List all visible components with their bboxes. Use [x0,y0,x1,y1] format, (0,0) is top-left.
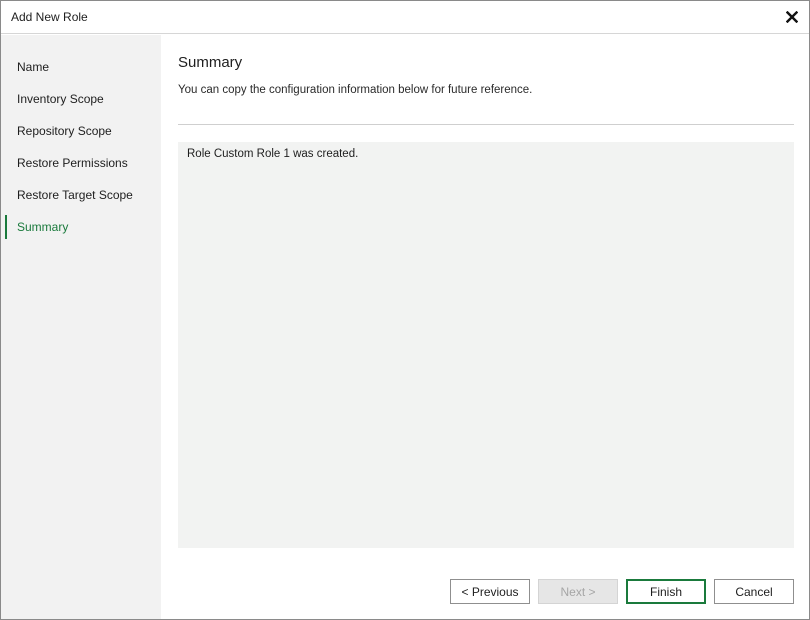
next-button: Next > [538,579,618,604]
summary-text: Role Custom Role 1 was created. [187,148,359,160]
sidebar-item-label: Repository Scope [17,124,112,138]
add-new-role-dialog: Add New Role Name Inventory Scope Reposi… [0,0,810,620]
sidebar-item-name[interactable]: Name [5,55,157,79]
finish-button[interactable]: Finish [626,579,706,604]
main-content: Summary You can copy the configuration i… [161,35,809,619]
sidebar-item-summary[interactable]: Summary [5,215,157,239]
sidebar-item-restore-target-scope[interactable]: Restore Target Scope [5,183,157,207]
page-description: You can copy the configuration informati… [178,84,533,96]
sidebar-item-label: Restore Target Scope [17,188,133,202]
sidebar-item-restore-permissions[interactable]: Restore Permissions [5,151,157,175]
cancel-button[interactable]: Cancel [714,579,794,604]
sidebar-item-inventory-scope[interactable]: Inventory Scope [5,87,157,111]
sidebar-item-label: Summary [17,220,69,234]
divider [178,124,794,125]
close-icon [786,11,798,23]
summary-text-area[interactable]: Role Custom Role 1 was created. [178,142,794,548]
title-bar: Add New Role [1,1,809,34]
page-title: Summary [178,54,243,71]
previous-button[interactable]: < Previous [450,579,530,604]
window-title: Add New Role [11,10,88,24]
sidebar-item-label: Inventory Scope [17,92,104,106]
close-button[interactable] [781,6,803,28]
sidebar-item-label: Name [17,60,50,74]
wizard-steps-sidebar: Name Inventory Scope Repository Scope Re… [1,35,161,619]
sidebar-item-repository-scope[interactable]: Repository Scope [5,119,157,143]
sidebar-item-label: Restore Permissions [17,156,128,170]
